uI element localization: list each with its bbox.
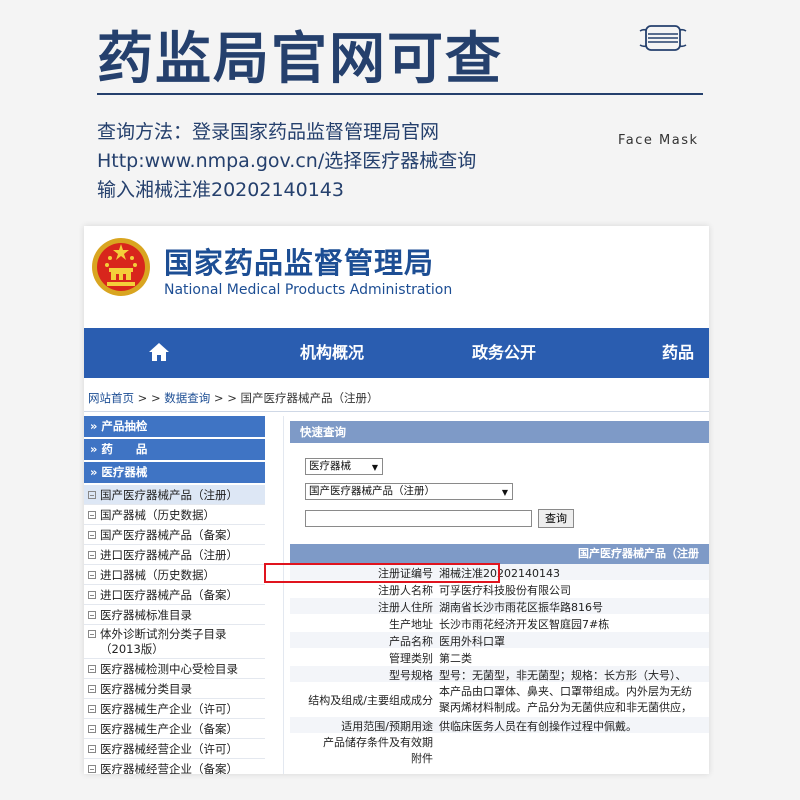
sidebar-item[interactable]: 医疗器械分类目录 [84,679,265,699]
database-select[interactable]: 国产医疗器械产品（注册） ▼ [305,483,513,500]
collapse-box-icon [88,685,96,693]
table-row: 产品储存条件及有效期 附件 [290,734,709,770]
breadcrumb-divider [84,411,709,412]
quick-query-header: 快速查询 [290,421,709,443]
nav-item-drugs[interactable]: 药品 [662,328,694,378]
sidebar: » 产品抽检 » 药 品 » 医疗器械 国产医疗器械产品（注册） 国产器械（历史… [84,416,265,774]
breadcrumb-separator: > > [210,391,241,405]
collapse-box-icon [88,571,96,579]
table-row: 结构及组成/主要组成成分 本产品由口罩体、鼻夹、口罩带组成。内外层为无纺 聚丙烯材料… [290,683,709,717]
dropdown-arrow-icon: ▼ [371,463,378,472]
sidebar-item[interactable]: 医疗器械检测中心受检目录 [84,659,265,679]
national-emblem-icon [92,238,150,296]
poster: 药监局官网可查 查询方法：登录国家药品监督管理局官网 Http:www.nmpa… [0,0,800,800]
result-header: 国产医疗器械产品（注册 [290,544,709,564]
nav-item-government-affairs[interactable]: 政务公开 [472,328,536,378]
query-panel: 快速查询 医疗器械 ▼ 国产医疗器械产品（注册） ▼ 查询 国产医疗器械产品（注册 … [283,416,709,774]
site-header: 国家药品监督管理局 National Medical Products Admi… [84,226,709,326]
sidebar-item[interactable]: 国产医疗器械产品（备案） [84,525,265,545]
dropdown-arrow-icon: ▼ [501,488,508,497]
breadcrumb-data-query[interactable]: 数据查询 [164,391,210,405]
search-input[interactable] [305,510,532,527]
instructions: 查询方法：登录国家药品监督管理局官网 Http:www.nmpa.gov.cn/… [97,118,476,205]
sidebar-item[interactable]: 医疗器械标准目录 [84,605,265,625]
sidebar-header-devices[interactable]: » 医疗器械 [84,462,265,483]
face-mask-label: Face Mask [618,133,699,148]
site-name-en: National Medical Products Administration [164,282,453,298]
query-button[interactable]: 查询 [538,509,574,528]
instruction-line: 输入湘械注准20202140143 [97,179,344,201]
collapse-box-icon [88,591,96,599]
face-mask-icon [639,25,687,51]
sidebar-item[interactable]: 医疗器械经营企业（许可） [84,739,265,759]
collapse-box-icon [88,725,96,733]
poster-title: 药监局官网可查 [97,27,503,92]
collapse-box-icon [88,531,96,539]
nav-item-about[interactable]: 机构概况 [300,328,364,378]
table-row: 注册人名称 可孚医疗科技股份有限公司 [290,581,709,598]
home-icon [149,343,169,361]
collapse-box-icon [88,765,96,773]
breadcrumb-separator: > > [134,391,165,405]
website-screenshot: 国家药品监督管理局 National Medical Products Admi… [84,226,709,774]
sidebar-item[interactable]: 医疗器械经营企业（备案） [84,759,265,774]
sidebar-item[interactable]: 进口器械（历史数据） [84,565,265,585]
sidebar-item[interactable]: 国产医疗器械产品（注册） [84,485,265,505]
instruction-line: 查询方法：登录国家药品监督管理局官网 [97,121,440,143]
collapse-box-icon [88,551,96,559]
site-name-cn: 国家药品监督管理局 [164,246,435,280]
collapse-box-icon [88,630,96,638]
nav-home[interactable] [148,328,174,378]
category-select[interactable]: 医疗器械 ▼ [305,458,383,475]
collapse-box-icon [88,491,96,499]
title-divider [97,93,703,95]
breadcrumb: 网站首页 > > 数据查询 > > 国产医疗器械产品（注册） [88,390,379,406]
collapse-box-icon [88,511,96,519]
sidebar-item[interactable]: 进口医疗器械产品（注册） [84,545,265,565]
table-row: 生产地址 长沙市雨花经济开发区智庭园7#栋 [290,615,709,632]
breadcrumb-home[interactable]: 网站首页 [88,391,134,405]
sidebar-header-sampling[interactable]: » 产品抽检 [84,416,265,437]
table-row: 产品名称 医用外科口罩 [290,632,709,649]
table-row: 适用范围/预期用途 供临床医务人员在有创操作过程中佩戴。 [290,717,709,734]
table-row: 型号规格 型号：无菌型，非无菌型；规格：长方形（大号）、 [290,666,709,683]
collapse-box-icon [88,611,96,619]
collapse-box-icon [88,705,96,713]
collapse-box-icon [88,745,96,753]
sidebar-header-drugs[interactable]: » 药 品 [84,439,265,460]
sidebar-item[interactable]: 医疗器械生产企业（备案） [84,719,265,739]
sidebar-item[interactable]: 体外诊断试剂分类子目录（2013版） [84,625,265,659]
sidebar-item[interactable]: 医疗器械生产企业（许可） [84,699,265,719]
breadcrumb-current: 国产医疗器械产品（注册） [240,391,379,405]
result-table: 注册证编号 湘械注准20202140143 注册人名称 可孚医疗科技股份有限公司 注… [290,564,709,770]
instruction-line: Http:www.nmpa.gov.cn/选择医疗器械查询 [97,150,477,172]
table-row: 管理类别 第二类 [290,649,709,666]
table-row: 注册人住所 湖南省长沙市雨花区振华路816号 [290,598,709,615]
main-navbar: 机构概况 政务公开 药品 [84,328,709,378]
registration-number-highlight [264,563,500,583]
sidebar-item[interactable]: 进口医疗器械产品（备案） [84,585,265,605]
collapse-box-icon [88,665,96,673]
sidebar-item[interactable]: 国产器械（历史数据） [84,505,265,525]
